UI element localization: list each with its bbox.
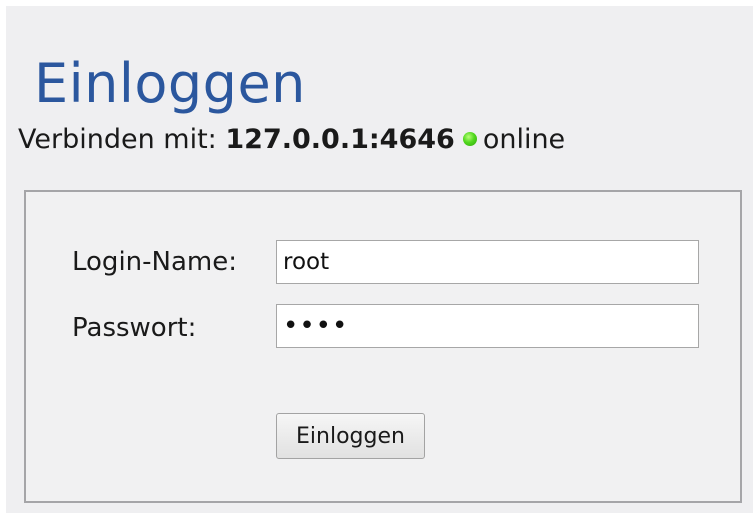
page-title: Einloggen xyxy=(34,52,306,116)
connection-host: 127.0.0.1:4646 xyxy=(225,124,455,155)
login-button[interactable]: Einloggen xyxy=(276,413,425,459)
login-panel: Einloggen Verbinden mit: 127.0.0.1:4646 o… xyxy=(6,6,753,513)
status-dot-icon xyxy=(462,131,477,146)
connection-prefix: Verbinden mit: xyxy=(18,124,217,155)
login-name-label: Login-Name: xyxy=(72,247,237,277)
password-label: Passwort: xyxy=(72,313,197,343)
connection-status-text: online xyxy=(482,124,566,155)
login-name-input[interactable] xyxy=(276,240,699,284)
connection-status: Verbinden mit: 127.0.0.1:4646 online xyxy=(18,120,565,160)
login-form: Login-Name: Passwort: Einloggen xyxy=(24,190,742,503)
password-input[interactable] xyxy=(276,304,699,348)
